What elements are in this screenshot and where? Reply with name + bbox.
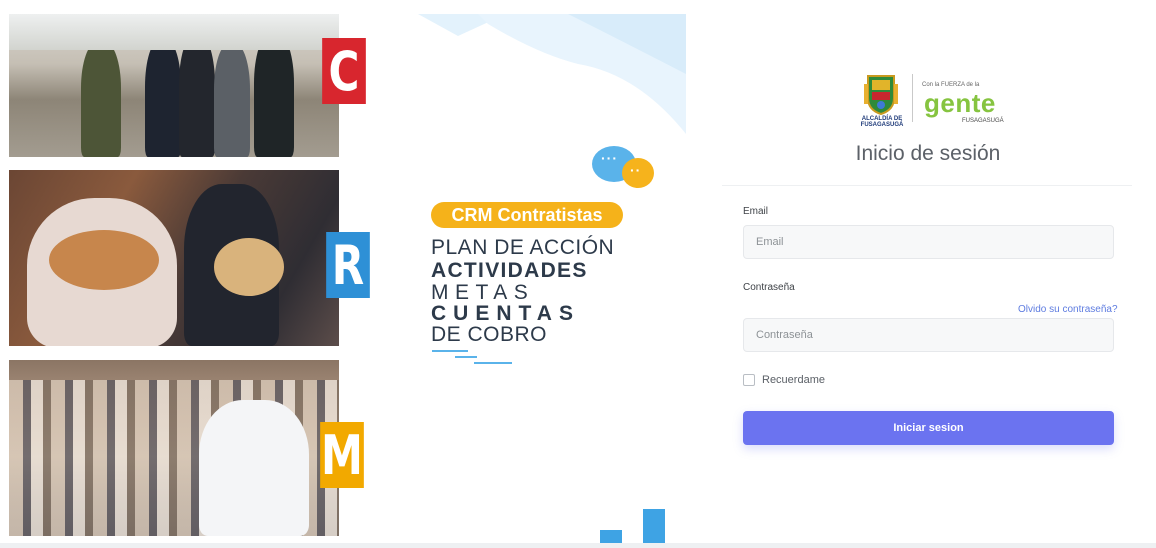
decorative-bar: [600, 530, 622, 544]
footer-strip: [0, 543, 1156, 548]
password-input[interactable]: [743, 318, 1114, 352]
tagline-line-2: ACTIVIDADES: [431, 259, 588, 282]
letter-c-tile: C: [322, 38, 366, 104]
divider: [722, 185, 1132, 186]
photo-crowd-oath: [9, 360, 339, 536]
decorative-line: [455, 356, 477, 358]
page-title: Inicio de sesión: [855, 142, 1001, 165]
letter-r-tile: R: [326, 232, 370, 298]
municipality-logo: ALCALDÍA DE FUSAGASUGÁ Con la FUERZA de …: [858, 72, 1008, 128]
letter-m-tile: M: [320, 422, 364, 488]
remember-label: Recuerdame: [762, 374, 825, 386]
decorative-line: [432, 350, 468, 352]
logo-divider: [912, 74, 913, 122]
email-label: Email: [743, 206, 769, 217]
password-label: Contraseña: [743, 282, 795, 293]
logo-caption: ALCALDÍA DE FUSAGASUGÁ: [860, 116, 904, 128]
chat-dots-2: ··: [630, 162, 642, 178]
decorative-bar: [643, 509, 665, 545]
tagline-line-5: DE COBRO: [431, 323, 548, 346]
logo-sub: FUSAGASUGÁ: [962, 118, 1004, 124]
chat-dots-1: ···: [601, 150, 618, 166]
crm-badge: CRM Contratistas: [431, 202, 623, 228]
decorative-background-shape: [418, 14, 686, 134]
coat-of-arms-icon: [864, 75, 898, 116]
logo-wordmark: gente: [924, 88, 996, 118]
photo-musicians: [9, 170, 339, 346]
login-button[interactable]: Iniciar sesion: [743, 411, 1114, 445]
remember-me[interactable]: Recuerdame: [743, 374, 825, 386]
decorative-line: [474, 362, 512, 364]
tagline-line-1: PLAN DE ACCIÓN: [431, 236, 615, 259]
remember-checkbox[interactable]: [743, 374, 755, 386]
login-page: C R M ··· ·· CRM Contratistas PLAN DE AC…: [0, 0, 1156, 548]
forgot-password-link[interactable]: Olvido su contraseña?: [1018, 304, 1118, 315]
photo-officials-walking: [9, 14, 339, 157]
email-input[interactable]: [743, 225, 1114, 259]
